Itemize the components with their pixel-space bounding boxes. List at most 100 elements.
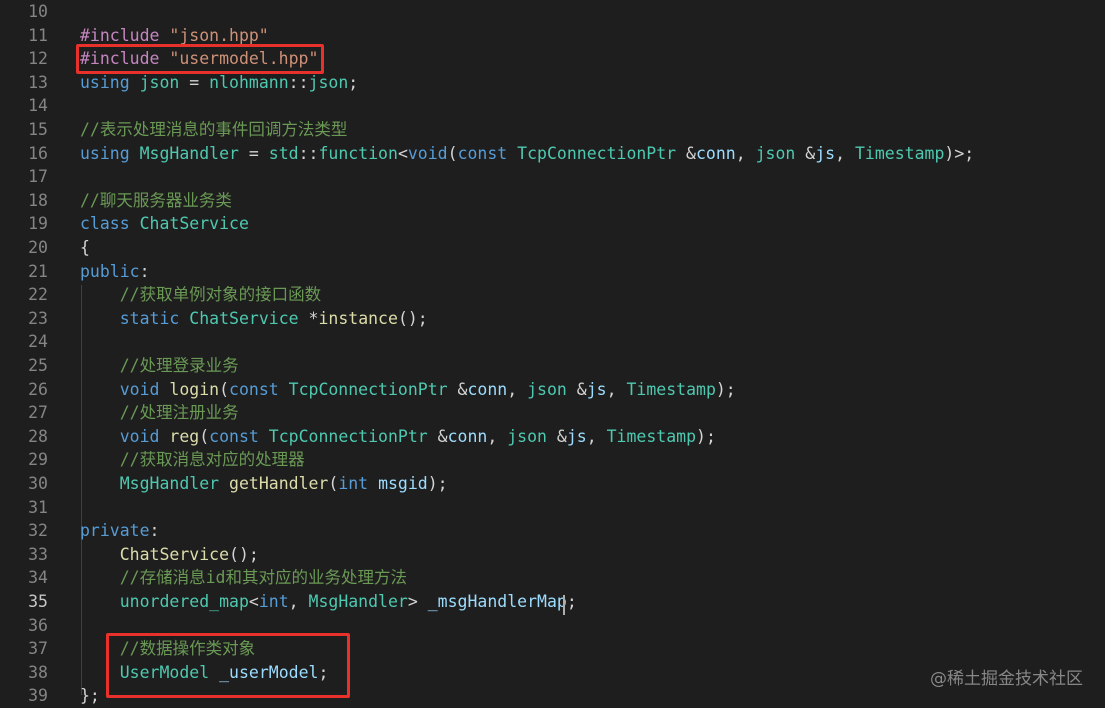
code-line[interactable]: 25 //处理登录业务: [0, 354, 1105, 378]
line-number: 26: [28, 379, 48, 399]
code-token: instance: [318, 308, 398, 328]
line-number: 28: [28, 426, 48, 446]
code-token: private: [80, 521, 150, 541]
code-token: (: [219, 379, 230, 399]
line-number: 24: [28, 332, 48, 352]
code-token: const: [209, 426, 269, 446]
code-token: std: [268, 143, 299, 163]
line-number: 31: [28, 497, 48, 517]
code-line[interactable]: 24: [0, 330, 1105, 354]
code-line[interactable]: 23 static ChatService *instance();: [0, 307, 1105, 331]
code-token: ,: [288, 592, 309, 611]
code-line[interactable]: 20 {: [0, 236, 1105, 260]
code-editor[interactable]: 10 11 #include "json.hpp" 12 #include "userm…: [0, 0, 1105, 707]
code-text: //获取单例对象的接口函数: [80, 283, 321, 307]
code-line[interactable]: 30 MsgHandler getHandler(int msgid);: [0, 472, 1105, 496]
code-token: public: [80, 261, 140, 281]
code-token: ,: [606, 379, 627, 399]
code-token: ,: [735, 143, 756, 163]
code-token: &: [447, 379, 468, 399]
code-text: {: [80, 236, 90, 260]
code-token: TcpConnectionPtr: [288, 379, 448, 399]
code-line[interactable]: 32 private:: [0, 519, 1105, 543]
code-token: ,: [487, 426, 508, 446]
code-line[interactable]: 10: [0, 0, 1105, 24]
code-token: //处理注册业务: [119, 403, 239, 423]
code-token: :: [139, 261, 150, 281]
code-token: msgid: [378, 474, 428, 493]
code-token: int: [338, 474, 379, 493]
code-line[interactable]: 15 //表示处理消息的事件回调方法类型: [0, 118, 1105, 142]
code-token: MsgHandler: [139, 143, 239, 163]
code-line[interactable]: 17: [0, 165, 1105, 189]
code-token: };: [80, 686, 100, 706]
line-number: 38: [28, 662, 48, 682]
line-number: 13: [28, 72, 48, 92]
code-line[interactable]: 16 using MsgHandler = std::function<void(…: [0, 142, 1105, 166]
code-token: )>;: [944, 143, 975, 163]
line-number: 22: [28, 285, 48, 305]
code-line[interactable]: 19 class ChatService: [0, 212, 1105, 236]
line-number: 10: [28, 2, 48, 21]
code-text: };: [80, 684, 100, 708]
code-token: conn: [696, 143, 736, 163]
code-token: ();: [229, 544, 259, 564]
code-line[interactable]: 13 using json = nlohmann::json;: [0, 71, 1105, 95]
line-number: 36: [28, 615, 48, 635]
code-token: js: [815, 143, 836, 163]
code-token: MsgHandler: [308, 592, 408, 611]
code-line[interactable]: 33 ChatService();: [0, 543, 1105, 567]
code-token: );: [715, 379, 736, 399]
line-number: 14: [28, 96, 48, 116]
code-line[interactable]: 14: [0, 94, 1105, 118]
code-line[interactable]: 26 void login(const TcpConnectionPtr &co…: [0, 378, 1105, 402]
code-line[interactable]: 29 //获取消息对应的处理器: [0, 448, 1105, 472]
code-line[interactable]: 31: [0, 496, 1105, 520]
highlight-box-include: [76, 44, 324, 74]
code-line[interactable]: 28 void reg(const TcpConnectionPtr &conn…: [0, 425, 1105, 449]
line-number: 19: [28, 214, 48, 234]
code-token: >: [407, 592, 428, 611]
code-token: #include: [80, 25, 170, 45]
code-token: json: [527, 379, 567, 399]
code-text: class ChatService: [80, 212, 249, 236]
code-text: private:: [80, 519, 159, 543]
code-token: //存储消息id和其对应的业务处理方法: [119, 568, 407, 588]
code-text: //聊天服务器业务类: [80, 189, 232, 213]
code-token: static: [119, 308, 190, 328]
code-line[interactable]: 22 //获取单例对象的接口函数: [0, 283, 1105, 307]
code-token: &: [427, 426, 448, 446]
code-token: ;: [566, 592, 577, 611]
code-text: public:: [80, 260, 150, 284]
code-token: &: [676, 143, 696, 163]
line-number: 35: [28, 592, 48, 611]
code-line[interactable]: 35 unordered_map<int, MsgHandler> _msgHa…: [0, 590, 1105, 614]
code-token: //处理登录业务: [119, 356, 239, 375]
code-token: conn: [447, 426, 488, 446]
code-line[interactable]: 27 //处理注册业务: [0, 401, 1105, 425]
code-token: TcpConnectionPtr: [268, 426, 428, 446]
code-text: MsgHandler getHandler(int msgid);: [80, 472, 448, 496]
code-text: void reg(const TcpConnectionPtr &conn, j…: [80, 425, 716, 449]
code-token: ::: [298, 143, 319, 163]
code-token: Timestamp: [606, 426, 697, 446]
line-number: 23: [28, 308, 48, 328]
code-token: json: [139, 72, 180, 92]
code-line[interactable]: 21 public:: [0, 260, 1105, 284]
code-token: //获取消息对应的处理器: [119, 450, 305, 470]
code-token: &: [795, 143, 816, 163]
code-token: =: [179, 72, 210, 92]
code-token: =: [238, 143, 269, 163]
code-line[interactable]: 34 //存储消息id和其对应的业务处理方法: [0, 566, 1105, 590]
code-line[interactable]: 18 //聊天服务器业务类: [0, 189, 1105, 213]
code-token: );: [696, 426, 716, 446]
line-number: 34: [28, 568, 48, 588]
code-token: json: [755, 143, 796, 163]
code-token: ();: [397, 308, 428, 328]
